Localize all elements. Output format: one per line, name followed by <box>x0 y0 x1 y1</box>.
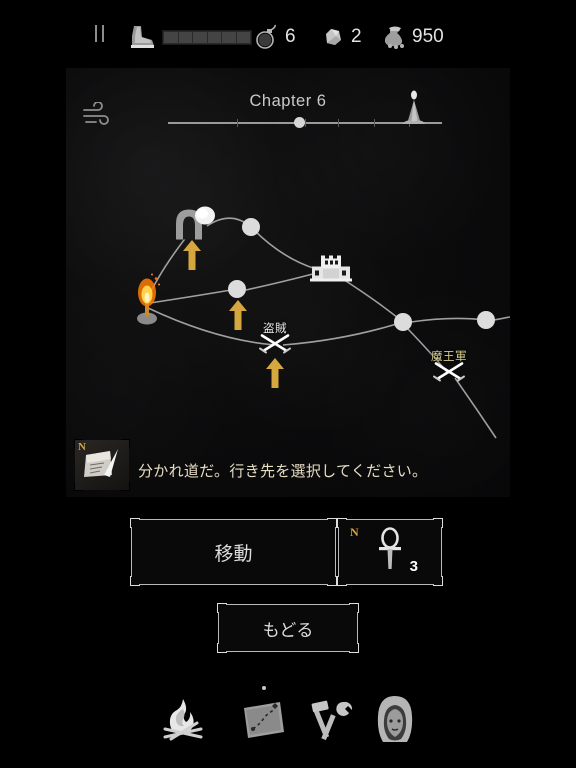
current-position-node[interactable] <box>129 273 165 332</box>
btn-corner <box>433 576 443 586</box>
btn-corner <box>327 518 337 528</box>
item-ankh-button[interactable]: N 3 <box>337 518 443 586</box>
choice-arrow-plain-2[interactable] <box>228 300 247 330</box>
resource-bomb: 6 <box>254 24 296 50</box>
btn-corner <box>217 643 227 653</box>
pause-button[interactable] <box>88 22 110 44</box>
map-node-bandits[interactable] <box>256 330 294 361</box>
nav-character-button[interactable] <box>364 690 426 752</box>
pause-bar-right <box>101 24 104 42</box>
btn-edge <box>441 527 442 577</box>
nav-camp-button[interactable] <box>152 690 214 752</box>
stamina-seg <box>207 31 221 43</box>
map-message: 分かれ道だ。行き先を選択してください。 <box>138 463 428 480</box>
map-node-plain-1[interactable] <box>242 218 260 236</box>
nav-map-button[interactable] <box>232 690 294 752</box>
btn-corner <box>327 576 337 586</box>
item-count: 3 <box>409 558 418 575</box>
stamina-meter <box>128 24 252 50</box>
btn-corner <box>349 643 359 653</box>
btn-edge <box>218 612 219 644</box>
note-corner <box>121 439 130 448</box>
note-corner <box>74 482 83 491</box>
btn-edge <box>357 612 358 644</box>
move-button-label: 移動 <box>214 543 253 565</box>
btn-edge <box>139 584 328 585</box>
stamina-seg <box>193 31 207 43</box>
bomb-count: 6 <box>285 26 296 47</box>
stamina-bar <box>162 29 252 45</box>
hooded-character-icon <box>372 693 418 750</box>
map-node-plain-3[interactable] <box>394 313 412 331</box>
btn-edge <box>346 519 434 520</box>
stamina-seg <box>178 31 192 43</box>
note-button[interactable]: N <box>74 439 130 491</box>
btn-corner <box>130 518 140 528</box>
stamina-seg <box>236 31 250 43</box>
back-button[interactable]: もどる <box>217 603 359 653</box>
btn-edge <box>226 651 350 652</box>
btn-corner <box>217 603 227 613</box>
btn-edge <box>226 604 350 605</box>
pause-bar-left <box>94 24 97 42</box>
rock-icon <box>320 24 346 50</box>
btn-corner <box>337 576 347 586</box>
bottom-nav <box>0 680 576 756</box>
hammer-wrench-icon <box>306 694 356 749</box>
ankh-icon <box>373 526 407 578</box>
btn-edge <box>139 519 328 520</box>
bomb-icon <box>254 24 280 50</box>
btn-corner <box>130 576 140 586</box>
btn-corner <box>349 603 359 613</box>
btn-corner <box>433 518 443 528</box>
map-node-plain-4[interactable] <box>477 311 495 329</box>
boot-icon <box>128 24 158 50</box>
btn-corner <box>337 518 347 528</box>
top-hud: 6 2 950 <box>0 0 576 68</box>
btn-edge <box>131 527 132 577</box>
gold-count: 950 <box>412 26 444 47</box>
choice-arrow-cave[interactable] <box>182 240 201 270</box>
moneybag-icon <box>381 24 407 50</box>
stamina-seg <box>222 31 236 43</box>
campfire-icon <box>157 693 209 750</box>
choice-arrow-bandits[interactable] <box>265 358 284 388</box>
btn-edge <box>338 527 339 577</box>
map-node-plain-2[interactable] <box>228 280 246 298</box>
btn-edge <box>335 527 336 577</box>
stamina-seg <box>164 31 178 43</box>
rock-count: 2 <box>351 26 362 47</box>
resource-rock: 2 <box>320 24 362 50</box>
game-screen: 6 2 950 Chapter 6 盗賊 魔王軍 N 分かれ道だ。行き先を選択し… <box>0 0 576 768</box>
nav-craft-button[interactable] <box>300 690 362 752</box>
move-button[interactable]: 移動 <box>130 518 337 586</box>
note-corner <box>121 482 130 491</box>
map-panel[interactable]: Chapter 6 盗賊 魔王軍 N 分かれ道だ。行き先を選択してください。 <box>66 68 510 497</box>
back-button-label: もどる <box>262 620 314 640</box>
resource-gold: 950 <box>381 24 444 50</box>
note-corner <box>74 439 83 448</box>
btn-edge <box>346 584 434 585</box>
map-node-demon-army[interactable] <box>430 358 468 389</box>
item-badge: N <box>350 525 359 539</box>
map-node-fortress[interactable] <box>306 255 356 290</box>
map-icon <box>238 694 288 749</box>
